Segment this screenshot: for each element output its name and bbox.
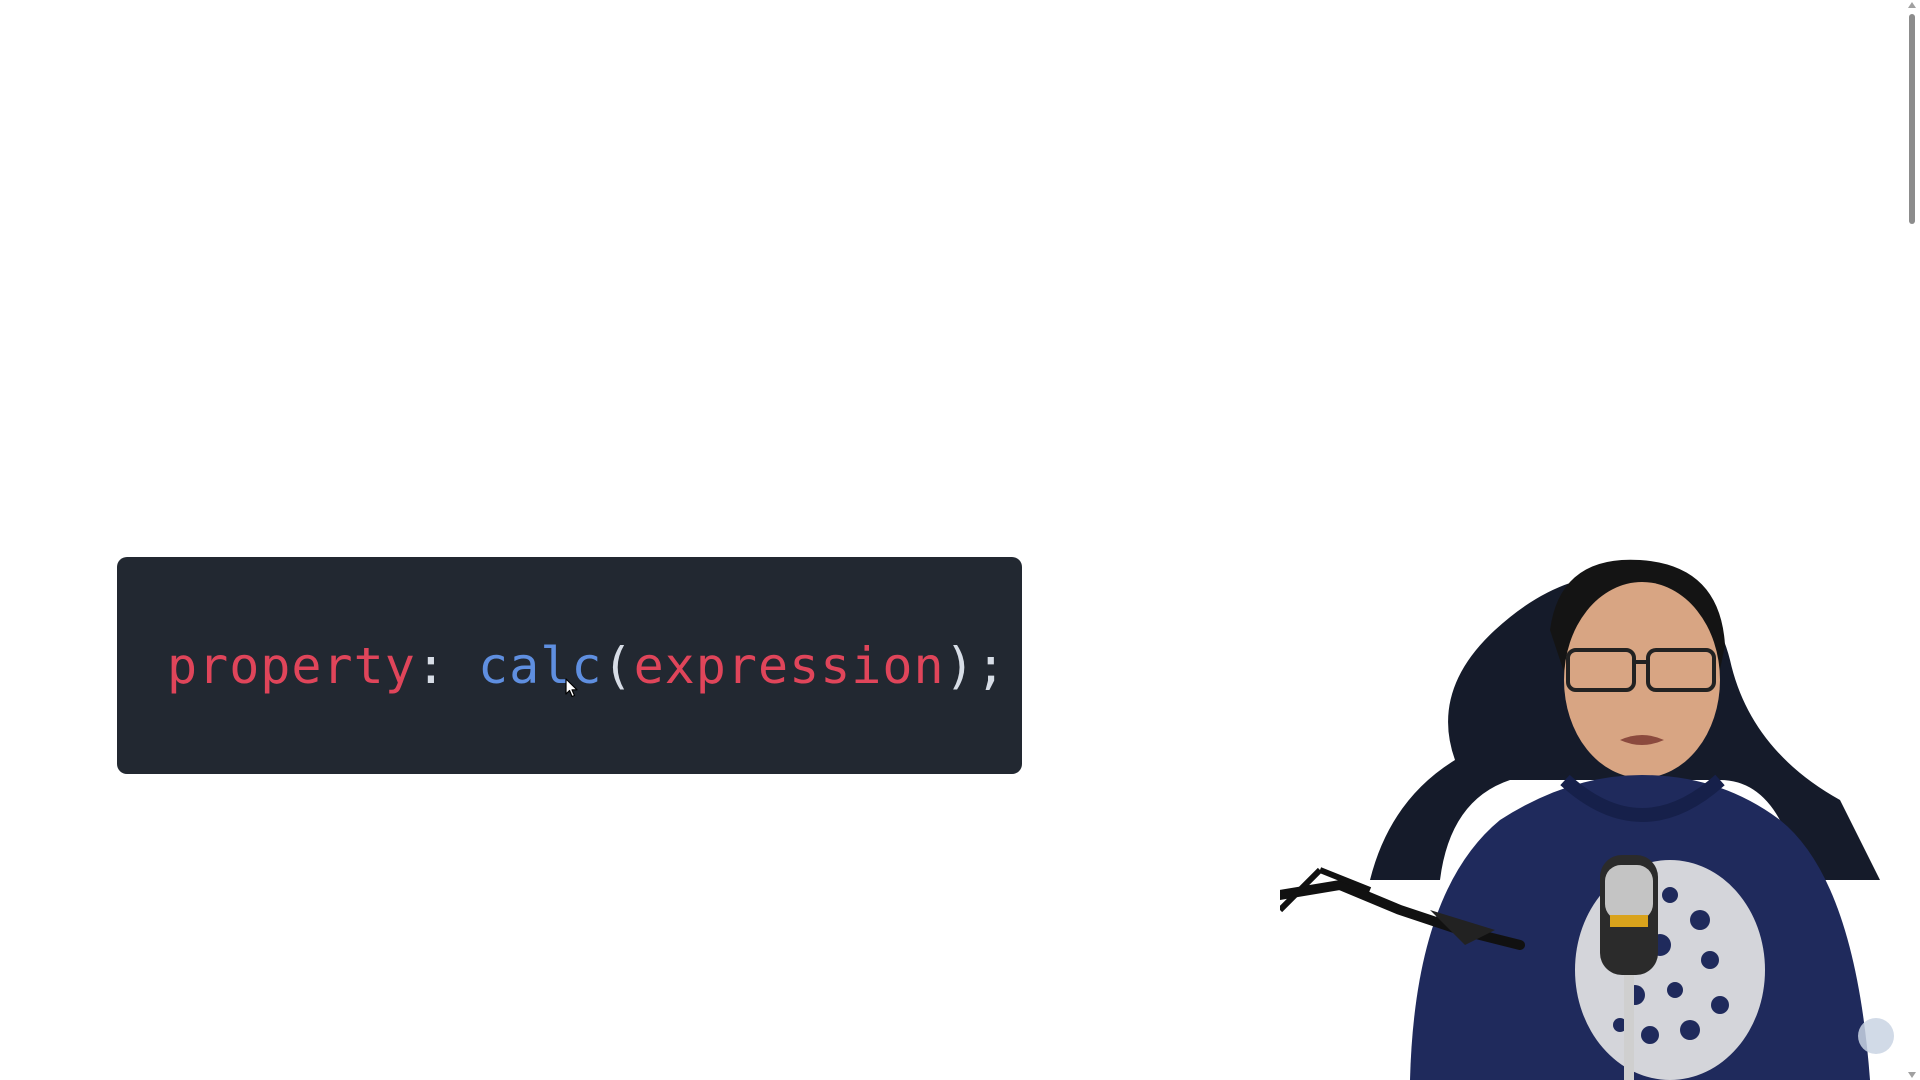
code-open-paren-token: ( xyxy=(602,636,634,695)
scrollbar[interactable] xyxy=(1904,0,1920,1080)
scroll-down-arrow-icon[interactable] xyxy=(1908,1072,1916,1078)
face xyxy=(1564,582,1720,778)
code-argument-token: expression xyxy=(633,636,945,695)
scroll-up-arrow-icon[interactable] xyxy=(1908,2,1916,8)
code-colon-token: : xyxy=(415,636,447,695)
code-snippet: property: calc(expression); xyxy=(117,557,1022,774)
scroll-thumb[interactable] xyxy=(1909,14,1915,224)
channel-logo-icon xyxy=(1858,1018,1894,1054)
code-close-token: ); xyxy=(944,636,1007,695)
mouse-pointer-icon xyxy=(565,678,578,698)
code-property-token: property xyxy=(167,636,416,695)
code-line: property: calc(expression); xyxy=(167,637,1007,695)
page: property: calc(expression); xyxy=(0,0,1920,1080)
presenter-webcam xyxy=(1280,559,1880,1080)
code-function-token: calc xyxy=(478,636,603,695)
